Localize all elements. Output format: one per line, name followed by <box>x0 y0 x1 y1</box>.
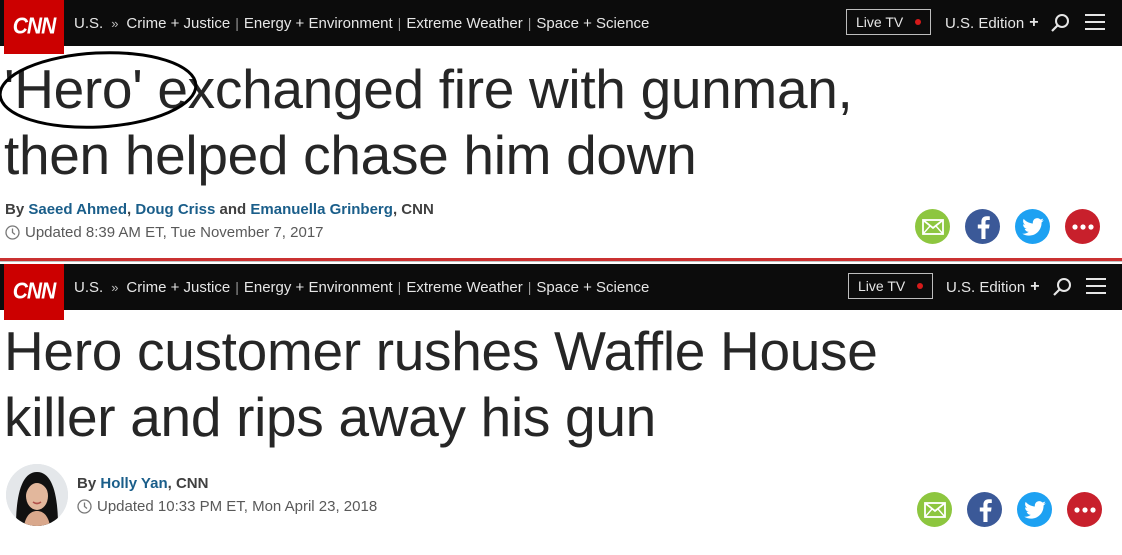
byline-comma: , <box>127 201 132 218</box>
nav-separator: | <box>527 15 532 31</box>
facebook-share-button[interactable] <box>965 209 1000 244</box>
byline: By Saeed Ahmed, Doug Criss and Emanuella… <box>5 201 434 218</box>
top-navbar: CNN U.S. » Crime + Justice | Energy + En… <box>0 0 1122 54</box>
live-tv-label: Live TV <box>856 14 904 30</box>
nav-link-extreme-weather[interactable]: Extreme Weather <box>406 279 522 296</box>
edition-plus: + <box>1029 14 1039 31</box>
article-screenshot-1: CNN U.S. » Crime + Justice | Energy + En… <box>0 0 1122 258</box>
email-share-button[interactable] <box>915 209 950 244</box>
nav-link-energy-environment[interactable]: Energy + Environment <box>244 15 393 32</box>
hand-drawn-circle-annotation <box>0 51 198 129</box>
author-photo <box>6 464 68 526</box>
author-avatar[interactable] <box>6 464 68 526</box>
twitter-icon <box>1023 500 1046 519</box>
nav-link-space-science[interactable]: Space + Science <box>536 15 649 32</box>
live-tv-button[interactable]: Live TV <box>848 273 934 299</box>
nav-separator: | <box>397 279 402 295</box>
author-link-holly-yan[interactable]: Holly Yan <box>100 475 167 492</box>
facebook-icon <box>977 215 990 239</box>
edition-label: U.S. Edition <box>946 278 1026 296</box>
email-icon <box>923 501 946 518</box>
nav-separator: | <box>235 15 239 31</box>
breadcrumb-chevron: » <box>111 279 119 295</box>
headline-line: killer and rips away his gun <box>4 386 656 448</box>
menu-icon[interactable] <box>1086 278 1106 294</box>
menu-icon[interactable] <box>1085 14 1105 30</box>
search-icon[interactable] <box>1052 277 1072 297</box>
nav-separator: | <box>235 279 239 295</box>
clock-icon <box>5 225 20 240</box>
byline-source: , CNN <box>392 201 434 218</box>
facebook-share-button[interactable] <box>967 492 1002 527</box>
breadcrumb-chevron: » <box>111 15 119 31</box>
nav-links: U.S. » Crime + Justice | Energy + Enviro… <box>74 0 649 46</box>
nav-link-crime-justice[interactable]: Crime + Justice <box>126 15 230 32</box>
more-share-button[interactable] <box>1065 209 1100 244</box>
top-navbar: CNN U.S. » Crime + Justice | Energy + En… <box>0 264 1122 320</box>
byline-source: , CNN <box>167 475 209 492</box>
nav-section-us[interactable]: U.S. <box>74 279 103 296</box>
nav-link-crime-justice[interactable]: Crime + Justice <box>126 279 230 296</box>
updated-timestamp: Updated 8:39 AM ET, Tue November 7, 2017 <box>5 224 324 241</box>
email-share-button[interactable] <box>917 492 952 527</box>
article-headline: Hero customer rushes Waffle House killer… <box>4 318 878 450</box>
cnn-logo[interactable]: CNN <box>4 0 64 54</box>
live-tv-button[interactable]: Live TV <box>846 9 932 35</box>
byline-by: By <box>77 475 97 492</box>
more-icon <box>1071 223 1094 230</box>
live-indicator-dot <box>917 283 924 289</box>
byline: By Holly Yan, CNN <box>77 475 208 492</box>
byline-and: and <box>219 201 247 218</box>
nav-separator: | <box>397 15 402 31</box>
clock-icon <box>77 499 92 514</box>
cnn-logo[interactable]: CNN <box>4 264 64 320</box>
byline-by: By <box>5 201 25 218</box>
nav-links: U.S. » Crime + Justice | Energy + Enviro… <box>74 264 649 310</box>
author-link-saeed-ahmed[interactable]: Saeed Ahmed <box>28 201 127 218</box>
nav-separator: | <box>527 279 532 295</box>
headline-line: Hero customer rushes Waffle House <box>4 320 878 382</box>
nav-section-us[interactable]: U.S. <box>74 15 103 32</box>
email-icon <box>921 218 944 235</box>
author-link-emanuella-grinberg[interactable]: Emanuella Grinberg <box>250 201 393 218</box>
nav-link-extreme-weather[interactable]: Extreme Weather <box>406 15 522 32</box>
more-icon <box>1073 506 1096 513</box>
nav-link-space-science[interactable]: Space + Science <box>536 279 649 296</box>
updated-timestamp: Updated 10:33 PM ET, Mon April 23, 2018 <box>77 498 377 515</box>
more-share-button[interactable] <box>1067 492 1102 527</box>
nav-link-energy-environment[interactable]: Energy + Environment <box>244 279 393 296</box>
search-icon[interactable] <box>1050 13 1070 33</box>
edition-picker[interactable]: U.S. Edition + <box>945 0 1039 46</box>
twitter-share-button[interactable] <box>1015 209 1050 244</box>
twitter-share-button[interactable] <box>1017 492 1052 527</box>
edition-plus: + <box>1030 278 1040 295</box>
twitter-icon <box>1021 217 1044 236</box>
article-screenshot-2: CNN U.S. » Crime + Justice | Energy + En… <box>0 262 1122 555</box>
live-tv-label: Live TV <box>858 278 906 294</box>
live-indicator-dot <box>915 19 922 25</box>
facebook-icon <box>979 498 992 522</box>
updated-text: Updated 10:33 PM ET, Mon April 23, 2018 <box>97 498 378 515</box>
updated-text: Updated 8:39 AM ET, Tue November 7, 2017 <box>25 224 324 241</box>
panel-divider-accent <box>0 258 1122 261</box>
author-link-doug-criss[interactable]: Doug Criss <box>135 201 215 218</box>
edition-picker[interactable]: U.S. Edition + <box>946 264 1040 310</box>
edition-label: U.S. Edition <box>945 14 1025 32</box>
